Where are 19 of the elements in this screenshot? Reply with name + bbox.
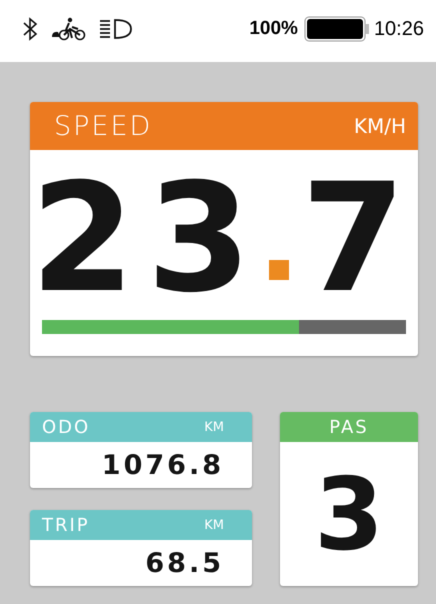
odo-value: 1076.8	[100, 448, 225, 482]
headlight-icon	[98, 17, 134, 41]
trip-label: TRIP	[42, 514, 90, 536]
decimal-point-icon	[269, 260, 290, 280]
battery-icon	[304, 16, 370, 42]
speed-decimal: 7	[301, 164, 418, 314]
pas-level: 3	[313, 454, 385, 574]
battery-percent: 100%	[249, 18, 298, 40]
pedal-assist-bicycle-icon	[50, 17, 86, 41]
bluetooth-icon	[22, 17, 38, 41]
pas-label: PAS	[329, 416, 369, 438]
speed-unit: KM/H	[354, 114, 406, 138]
speed-integer: 23	[30, 164, 264, 314]
trip-value: 68.5	[144, 546, 225, 580]
trip-unit: KM	[204, 518, 224, 532]
odo-label: ODO	[42, 416, 90, 438]
speed-label: SPEED	[54, 110, 152, 142]
clock-time: 10:26	[374, 18, 424, 40]
odo-unit: KM	[204, 420, 224, 434]
